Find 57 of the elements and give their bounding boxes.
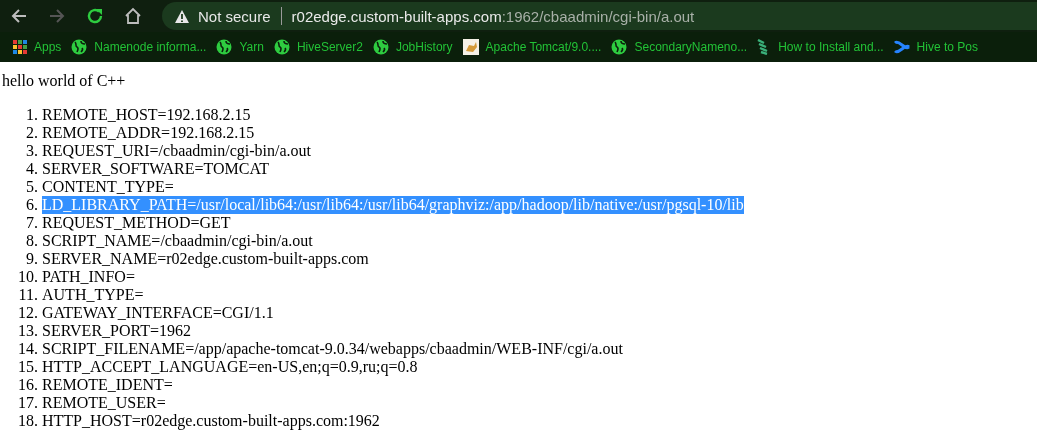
environment-variable: PATH_INFO= [42,268,135,286]
address-bar[interactable]: Not secure r02edge.custom-built-apps.com:1962/cbaadmin/cgi-bin/a.out [162,2,1037,30]
environment-variable: HTTP_HOST=r02edge.custom-built-apps.com:1962 [42,412,380,430]
list-number: 10. [17,268,39,286]
list-number: 4. [25,160,39,178]
list-number: 3. [25,142,39,160]
reload-icon[interactable] [86,7,104,25]
list-number: 13. [17,322,39,340]
list-number: 11. [17,286,39,304]
list-number: 8. [25,232,39,250]
list-number: 2. [25,124,39,142]
environment-variable: SCRIPT_FILENAME=/app/apache-tomcat-9.0.34/webapps/cbaadmin/WEB-INF/cgi/a.out [42,340,623,358]
environment-variable: SCRIPT_NAME=/cbaadmin/cgi-bin/a.out [42,232,313,250]
list-number: 18. [17,412,39,430]
globe-icon [71,39,88,55]
environment-variable: SERVER_NAME=r02edge.custom-built-apps.com [42,250,369,268]
bookmark[interactable]: SecondaryNameno... [606,39,753,55]
bookmark[interactable]: JobHistory [367,39,458,55]
list-number: 6. [25,196,39,214]
list-number: 12. [17,304,39,322]
bookmark[interactable]: Namenode informa... [66,39,212,55]
bookmark[interactable]: HiveServer2 [268,39,368,55]
environment-variable: LD_LIBRARY_PATH=/usr/local/lib64:/usr/lib64:/usr/lib64/graphviz:/app/hadoop/lib/native:/usr/pgsql-10/lib [42,196,744,214]
list-number: 5. [25,178,39,196]
environment-variable: AUTH_TYPE= [42,286,144,304]
environment-variable: SERVER_PORT=1962 [42,322,192,340]
bookmark[interactable]: Yarn [211,39,269,55]
back-icon[interactable] [10,7,28,25]
environment-variable: GATEWAY_INTERFACE=CGI/1.1 [42,304,274,322]
list-number: 16. [17,376,39,394]
globe-icon [611,39,628,55]
globe-icon [216,39,233,55]
list-number: 17. [17,394,39,412]
apps-grid-icon [13,40,27,54]
environment-variable: SERVER_SOFTWARE=TOMCAT [42,160,270,178]
bookmark[interactable]: Apps [8,40,67,54]
warning-icon [174,8,190,24]
bookmark[interactable]: Hive to Pos [888,39,983,55]
bookmark[interactable]: Apache Tomcat/9.0.... [457,39,607,55]
list-number: 7. [25,214,39,232]
environment-variable: REMOTE_IDENT= [42,376,173,394]
home-icon[interactable] [124,7,142,25]
environment-variable: REMOTE_HOST=192.168.2.15 [42,106,251,124]
globe-icon [273,39,290,55]
environment-variable: REMOTE_ADDR=192.168.2.15 [42,124,255,142]
page-heading: hello world of C++ [2,72,127,90]
environment-variable: REQUEST_URI=/cbaadmin/cgi-bin/a.out [42,142,311,160]
environment-variable: CONTENT_TYPE= [42,178,174,196]
list-number: 14. [17,340,39,358]
list-number: 1. [25,106,39,124]
environment-variable: HTTP_ACCEPT_LANGUAGE=en-US,en;q=0.9,ru;q=0.8 [42,358,418,376]
environment-variable: REQUEST_METHOD=GET [42,214,231,232]
environment-variable: REMOTE_USER= [42,394,166,412]
list-number: 15. [17,358,39,376]
globe-icon [372,39,389,55]
bookmark[interactable]: How to Install and... [752,39,889,55]
list-number: 9. [25,250,39,268]
